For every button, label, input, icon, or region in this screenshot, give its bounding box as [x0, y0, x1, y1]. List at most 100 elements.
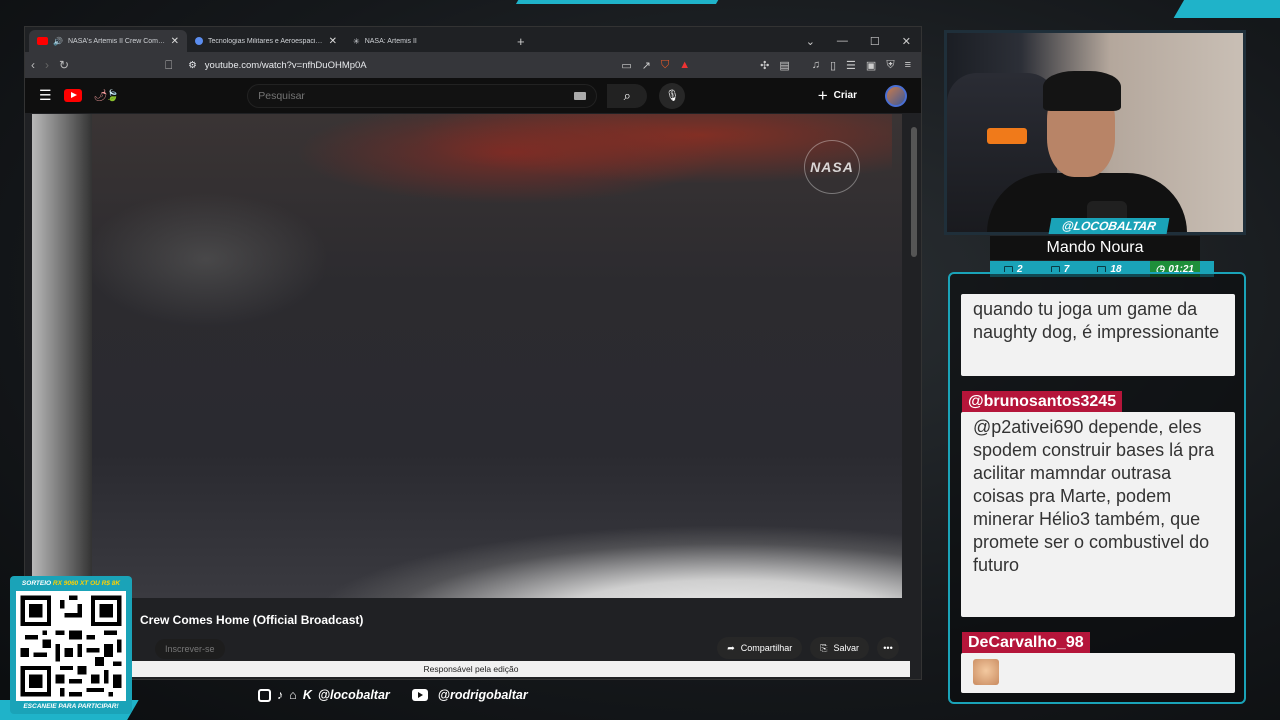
- perplexity-icon: ✳: [353, 36, 360, 46]
- voice-search-button[interactable]: 🎙: [659, 82, 686, 109]
- giveaway-header: SORTEIO RX 9060 XT OU R$ 8K: [14, 580, 128, 587]
- search-icon: ⌕: [623, 87, 631, 103]
- window-controls: ⌄ — ☐ ✕: [806, 30, 921, 52]
- brave-shield-icon[interactable]: ⛉: [661, 59, 669, 72]
- close-tab-icon[interactable]: ✕: [329, 36, 337, 47]
- webcam-feed: [944, 30, 1246, 235]
- tab-title: Tecnologias Militares e Aeroespaciais de…: [208, 37, 324, 45]
- tab-nasa-artemis[interactable]: ✳ NASA: Artemis II: [345, 30, 503, 52]
- streamer-name: Mando Noura: [990, 236, 1200, 260]
- sidebar-icon[interactable]: ▯: [830, 59, 836, 72]
- hamburger-menu-icon[interactable]: ☰: [39, 87, 52, 104]
- nasa-logo: NASA: [804, 140, 860, 194]
- doodle-logo[interactable]: 🌶🍃: [94, 89, 120, 102]
- rewards-icon[interactable]: ▲: [679, 59, 690, 72]
- url-field[interactable]: ⚙ youtube.com/watch?v=nfhDuOHMp0A: [182, 55, 592, 75]
- save-button[interactable]: ⎘ Salvar: [810, 637, 869, 659]
- chat-message: [961, 653, 1235, 693]
- reload-icon[interactable]: ↻: [59, 58, 69, 72]
- search-box: [247, 83, 598, 108]
- youtube-social-icon: [411, 689, 428, 701]
- video-title: Crew Comes Home (Official Broadcast): [140, 613, 364, 627]
- save-label: Salvar: [833, 643, 859, 653]
- tab-list-icon[interactable]: ⌄: [806, 35, 815, 48]
- chat-message: @p2ativei690 depende, eles spodem constr…: [961, 412, 1235, 617]
- music-icon[interactable]: ♫: [812, 59, 820, 72]
- menu-icon[interactable]: ≡: [905, 59, 911, 72]
- url-text: youtube.com/watch?v=nfhDuOHMp0A: [204, 59, 367, 71]
- share-arrow-icon: ➦: [727, 642, 735, 653]
- gemini-icon: [195, 37, 203, 45]
- laughing-emote: [973, 659, 999, 685]
- video-actions: ➦ Compartilhar ⎘ Salvar •••: [717, 637, 899, 659]
- plus-icon: +: [817, 85, 828, 105]
- create-label: Criar: [833, 90, 857, 101]
- reading-list-icon[interactable]: ☰: [846, 59, 856, 72]
- giveaway-prefix: SORTEIO: [21, 580, 53, 587]
- subscribe-button[interactable]: Inscrever-se: [155, 639, 225, 659]
- social-handle-locobaltar: @locobaltar: [317, 688, 390, 702]
- speaker-icon: 🔊: [53, 36, 63, 46]
- chat-author: DeCarvalho_98: [962, 632, 1090, 654]
- qr-code: [16, 591, 126, 701]
- cast-icon[interactable]: ▭: [621, 59, 631, 72]
- more-actions-button[interactable]: •••: [877, 637, 899, 659]
- save-bookmark-icon: ⎘: [820, 642, 828, 653]
- decor-stripe-top: [515, 0, 725, 4]
- tab-tecnologias[interactable]: Tecnologias Militares e Aeroespaciais de…: [187, 30, 345, 52]
- tiktok-icon: ♪: [277, 688, 284, 702]
- youtube-header: ☰ 🌶🍃 ⌕ 🎙 + Criar: [25, 78, 921, 113]
- chat-message: quando tu joga um game da naughty dog, é…: [961, 294, 1235, 376]
- giveaway-prize: RX 9060 XT OU R$ 8K: [52, 580, 121, 587]
- search-button[interactable]: ⌕: [607, 83, 648, 108]
- chat-author: @brunosantos3245: [962, 391, 1123, 413]
- social-handle-rodrigobaltar: @rodrigobaltar: [437, 688, 528, 702]
- wallet-icon[interactable]: ▣: [866, 59, 876, 72]
- youtube-logo[interactable]: [63, 89, 82, 102]
- minimize-icon[interactable]: —: [837, 35, 848, 47]
- tab-title: NASA's Artemis II Crew Comes Hom: [67, 37, 166, 45]
- reader-icon[interactable]: ▤: [779, 59, 789, 72]
- maximize-icon[interactable]: ☐: [870, 35, 880, 48]
- share-button[interactable]: ➦ Compartilhar: [717, 637, 803, 659]
- create-button[interactable]: + Criar: [818, 86, 857, 106]
- social-handle-group-2: @rodrigobaltar: [411, 688, 528, 702]
- cam-handle: @LOCOBALTAR: [1048, 218, 1170, 234]
- giveaway-footer: ESCANEIE PARA PARTICIPAR!: [23, 703, 119, 710]
- vpn-icon[interactable]: ⛨: [886, 59, 894, 72]
- tab-artemis-video[interactable]: 🔊 NASA's Artemis II Crew Comes Hom ✕: [29, 30, 187, 52]
- forward-icon[interactable]: ›: [45, 58, 49, 72]
- kick-icon: K: [302, 688, 312, 702]
- page-scrollbar[interactable]: [911, 127, 917, 257]
- address-bar: ‹ › ↻ ⎕ ⚙ youtube.com/watch?v=nfhDuOHMp0…: [25, 52, 921, 78]
- new-tab-button[interactable]: +: [517, 30, 525, 52]
- giveaway-qr-panel: SORTEIO RX 9060 XT OU R$ 8K ESCANEIE PAR…: [10, 576, 132, 714]
- bookmark-icon[interactable]: ⎕: [165, 58, 172, 73]
- social-bar: ♪ ⌂ K @locobaltar @rodrigobaltar: [258, 688, 528, 702]
- video-frame-left: [32, 114, 92, 598]
- share-icon[interactable]: ↗: [642, 59, 651, 72]
- search-input[interactable]: [258, 89, 575, 102]
- account-avatar[interactable]: [885, 84, 907, 107]
- video-player[interactable]: NASA: [32, 114, 902, 598]
- share-label: Compartilhar: [740, 643, 793, 653]
- tab-title: NASA: Artemis II: [364, 37, 417, 45]
- puzzle-icon[interactable]: ✣: [760, 59, 769, 72]
- decor-stripe-right: [1173, 0, 1280, 18]
- social-handle-group-1: ♪ ⌂ K @locobaltar: [258, 688, 390, 702]
- tab-strip: 🔊 NASA's Artemis II Crew Comes Hom ✕ Tec…: [25, 27, 921, 52]
- instagram-icon: [258, 688, 271, 702]
- extension-toolbar: ▭ ↗ ⛉ ▲ ✣ ▤ ♫ ▯ ☰ ▣ ⛨ ≡: [621, 59, 915, 72]
- mic-icon: 🎙: [665, 90, 680, 102]
- status-bar: Responsável pela edição: [32, 661, 910, 677]
- browser-window: 🔊 NASA's Artemis II Crew Comes Hom ✕ Tec…: [24, 26, 922, 680]
- chat-panel: quando tu joga um game da naughty dog, é…: [948, 272, 1246, 704]
- close-window-icon[interactable]: ✕: [902, 35, 911, 48]
- site-info-icon[interactable]: ⚙: [188, 60, 197, 71]
- streamer-hair: [1043, 71, 1121, 111]
- back-icon[interactable]: ‹: [31, 58, 35, 72]
- chair-accent: [987, 128, 1027, 144]
- keyboard-icon[interactable]: [574, 91, 587, 100]
- twitch-icon: ⌂: [289, 688, 297, 702]
- close-tab-icon[interactable]: ✕: [171, 36, 179, 47]
